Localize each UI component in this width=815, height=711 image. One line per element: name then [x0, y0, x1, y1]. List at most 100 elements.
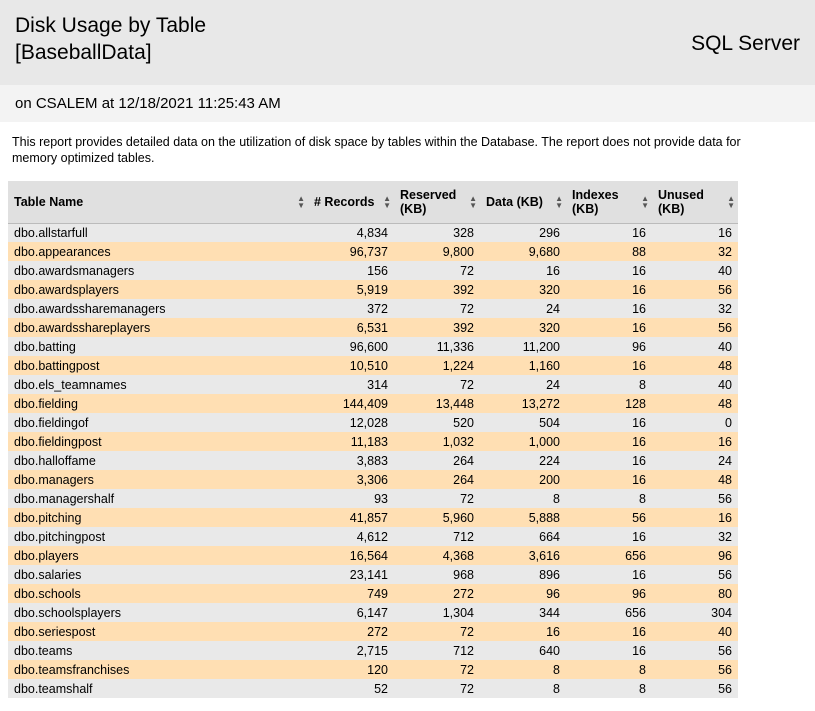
cell-unused: 80 [652, 584, 738, 603]
cell-indexes: 88 [566, 242, 652, 261]
cell-table-name: dbo.awardsplayers [8, 280, 308, 299]
cell-table-name: dbo.fieldingpost [8, 432, 308, 451]
cell-records: 4,834 [308, 223, 394, 242]
cell-reserved: 264 [394, 451, 480, 470]
cell-indexes: 96 [566, 584, 652, 603]
report-title-line1: Disk Usage by Table [15, 12, 206, 39]
table-row[interactable]: dbo.teamshalf52728856 [8, 679, 738, 698]
sort-icon[interactable]: ▲▼ [555, 195, 563, 209]
cell-data: 9,680 [480, 242, 566, 261]
col-header-records[interactable]: # Records ▲▼ [308, 181, 394, 223]
table-row[interactable]: dbo.players16,5644,3683,61665696 [8, 546, 738, 565]
cell-records: 41,857 [308, 508, 394, 527]
cell-indexes: 96 [566, 337, 652, 356]
cell-records: 749 [308, 584, 394, 603]
col-header-data[interactable]: Data (KB) ▲▼ [480, 181, 566, 223]
cell-data: 1,000 [480, 432, 566, 451]
table-row[interactable]: dbo.teams2,7157126401656 [8, 641, 738, 660]
table-row[interactable]: dbo.els_teamnames3147224840 [8, 375, 738, 394]
sort-icon[interactable]: ▲▼ [641, 195, 649, 209]
cell-data: 24 [480, 299, 566, 318]
cell-indexes: 656 [566, 546, 652, 565]
cell-data: 5,888 [480, 508, 566, 527]
cell-indexes: 8 [566, 679, 652, 698]
col-header-label: Unused (KB) [658, 188, 704, 216]
cell-table-name: dbo.appearances [8, 242, 308, 261]
cell-data: 3,616 [480, 546, 566, 565]
cell-table-name: dbo.managershalf [8, 489, 308, 508]
cell-data: 200 [480, 470, 566, 489]
table-row[interactable]: dbo.allstarfull4,8343282961616 [8, 223, 738, 242]
table-row[interactable]: dbo.halloffame3,8832642241624 [8, 451, 738, 470]
cell-reserved: 72 [394, 375, 480, 394]
cell-reserved: 72 [394, 261, 480, 280]
table-row[interactable]: dbo.awardssharemanagers37272241632 [8, 299, 738, 318]
table-row[interactable]: dbo.schoolsplayers6,1471,304344656304 [8, 603, 738, 622]
table-row[interactable]: dbo.awardsplayers5,9193923201656 [8, 280, 738, 299]
table-row[interactable]: dbo.fieldingpost11,1831,0321,0001616 [8, 432, 738, 451]
cell-reserved: 1,032 [394, 432, 480, 451]
cell-table-name: dbo.fielding [8, 394, 308, 413]
cell-indexes: 16 [566, 470, 652, 489]
cell-data: 8 [480, 660, 566, 679]
cell-records: 11,183 [308, 432, 394, 451]
table-row[interactable]: dbo.fielding144,40913,44813,27212848 [8, 394, 738, 413]
cell-table-name: dbo.awardsmanagers [8, 261, 308, 280]
cell-records: 4,612 [308, 527, 394, 546]
cell-records: 10,510 [308, 356, 394, 375]
cell-reserved: 13,448 [394, 394, 480, 413]
col-header-indexes[interactable]: Indexes (KB) ▲▼ [566, 181, 652, 223]
cell-unused: 40 [652, 375, 738, 394]
cell-reserved: 11,336 [394, 337, 480, 356]
col-header-unused[interactable]: Unused (KB) ▲▼ [652, 181, 738, 223]
cell-records: 2,715 [308, 641, 394, 660]
cell-indexes: 8 [566, 375, 652, 394]
sort-icon[interactable]: ▲▼ [297, 195, 305, 209]
cell-table-name: dbo.fieldingof [8, 413, 308, 432]
cell-unused: 96 [652, 546, 738, 565]
cell-data: 24 [480, 375, 566, 394]
cell-unused: 56 [652, 489, 738, 508]
col-header-label: Indexes (KB) [572, 188, 619, 216]
cell-unused: 0 [652, 413, 738, 432]
sort-icon[interactable]: ▲▼ [727, 195, 735, 209]
cell-table-name: dbo.awardssharemanagers [8, 299, 308, 318]
cell-unused: 32 [652, 527, 738, 546]
table-row[interactable]: dbo.appearances96,7379,8009,6808832 [8, 242, 738, 261]
cell-records: 144,409 [308, 394, 394, 413]
table-row[interactable]: dbo.teamsfranchises120728856 [8, 660, 738, 679]
cell-unused: 16 [652, 508, 738, 527]
sort-icon[interactable]: ▲▼ [383, 195, 391, 209]
cell-reserved: 712 [394, 527, 480, 546]
col-header-table-name[interactable]: Table Name ▲▼ [8, 181, 308, 223]
table-row[interactable]: dbo.seriespost27272161640 [8, 622, 738, 641]
table-row[interactable]: dbo.fieldingof12,028520504160 [8, 413, 738, 432]
cell-table-name: dbo.allstarfull [8, 223, 308, 242]
cell-table-name: dbo.pitching [8, 508, 308, 527]
cell-unused: 48 [652, 394, 738, 413]
cell-indexes: 8 [566, 660, 652, 679]
sort-icon[interactable]: ▲▼ [469, 195, 477, 209]
cell-table-name: dbo.awardsshareplayers [8, 318, 308, 337]
table-row[interactable]: dbo.pitching41,8575,9605,8885616 [8, 508, 738, 527]
table-row[interactable]: dbo.pitchingpost4,6127126641632 [8, 527, 738, 546]
cell-indexes: 56 [566, 508, 652, 527]
cell-reserved: 264 [394, 470, 480, 489]
table-row[interactable]: dbo.batting96,60011,33611,2009640 [8, 337, 738, 356]
cell-reserved: 712 [394, 641, 480, 660]
col-header-reserved[interactable]: Reserved (KB) ▲▼ [394, 181, 480, 223]
cell-reserved: 968 [394, 565, 480, 584]
cell-unused: 48 [652, 356, 738, 375]
cell-table-name: dbo.batting [8, 337, 308, 356]
cell-table-name: dbo.players [8, 546, 308, 565]
table-row[interactable]: dbo.awardsshareplayers6,5313923201656 [8, 318, 738, 337]
cell-data: 8 [480, 679, 566, 698]
table-row[interactable]: dbo.schools749272969680 [8, 584, 738, 603]
table-row[interactable]: dbo.managers3,3062642001648 [8, 470, 738, 489]
col-header-label: Data (KB) [486, 195, 543, 209]
table-row[interactable]: dbo.salaries23,1419688961656 [8, 565, 738, 584]
cell-records: 120 [308, 660, 394, 679]
table-row[interactable]: dbo.awardsmanagers15672161640 [8, 261, 738, 280]
table-row[interactable]: dbo.battingpost10,5101,2241,1601648 [8, 356, 738, 375]
table-row[interactable]: dbo.managershalf93728856 [8, 489, 738, 508]
